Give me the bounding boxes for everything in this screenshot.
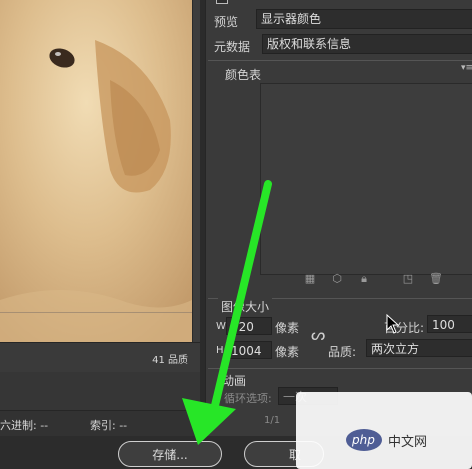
status-bar: 六进制: -- 索引: -- — [0, 410, 200, 436]
quality-method-select[interactable]: 两次立方 — [366, 339, 472, 357]
color-table-title: 颜色表 — [222, 66, 265, 83]
color-table-group: 颜色表 ▾≡ ▦ ⬡ 🔒︎ ◳ 🗑︎ — [208, 60, 472, 298]
width-unit-label: 像素 — [275, 321, 300, 335]
trash-icon[interactable]: 🗑︎ — [429, 273, 443, 285]
preview-panel: 41 品质 六进制: -- 索引: -- — [0, 0, 200, 469]
quality-readout: 41 品质 — [152, 355, 188, 366]
preview-select[interactable]: 显示器颜色 — [256, 9, 472, 29]
save-button[interactable]: 存储... — [118, 441, 222, 467]
watermark: php 中文网 — [296, 392, 472, 469]
image-size-title: 图像大小 — [218, 298, 273, 315]
new-color-icon[interactable]: ◳ — [402, 273, 414, 285]
settings-panel: 预览 显示器颜色 元数据 版权和联系信息 颜色表 ▾≡ ▦ ⬡ 🔒︎ ◳ 🗑︎ … — [205, 0, 472, 436]
watermark-logo-text: php — [352, 433, 375, 447]
link-proportions-icon[interactable]: ᔕ — [311, 325, 325, 349]
hex-label: 六进制: -- — [0, 419, 49, 432]
quality-method-label: 品质: — [328, 345, 357, 359]
color-table-grid[interactable] — [260, 83, 472, 275]
image-size-group: 图像大小 W: 720 像素 H: 1004 像素 ᔕ 百分比: 100 品质:… — [208, 298, 472, 368]
height-input[interactable]: 1004 — [226, 341, 272, 359]
watermark-site-text: 中文网 — [388, 435, 428, 450]
preview-image[interactable] — [0, 0, 192, 342]
percent-input[interactable]: 100 — [427, 315, 472, 333]
color-table-menu-icon[interactable]: ▾≡ — [461, 63, 472, 73]
preview-lower-area — [0, 372, 200, 410]
loop-options-label: 循环选项: — [224, 392, 272, 405]
width-input[interactable]: 720 — [226, 317, 272, 335]
animation-title: 动画 — [222, 374, 247, 388]
metadata-label: 元数据 — [214, 40, 251, 54]
lock-icon[interactable]: 🔒︎ — [358, 273, 370, 285]
preview-divider — [0, 312, 192, 313]
index-label: 索引: -- — [90, 419, 128, 432]
cube-icon[interactable]: ⬡ — [331, 273, 343, 285]
metadata-select[interactable]: 版权和联系信息 — [262, 34, 472, 54]
web-snap-icon[interactable]: ▦ — [304, 273, 316, 285]
top-checkbox[interactable] — [216, 0, 228, 4]
top-partial-row — [206, 0, 472, 6]
height-unit-label: 像素 — [275, 345, 300, 359]
preview-scrollbar[interactable] — [192, 0, 200, 342]
preview-info-bar: 41 品质 — [0, 342, 200, 372]
mouse-cursor-icon — [386, 314, 400, 334]
puppy-photo — [0, 0, 192, 342]
preview-label: 预览 — [214, 15, 239, 29]
